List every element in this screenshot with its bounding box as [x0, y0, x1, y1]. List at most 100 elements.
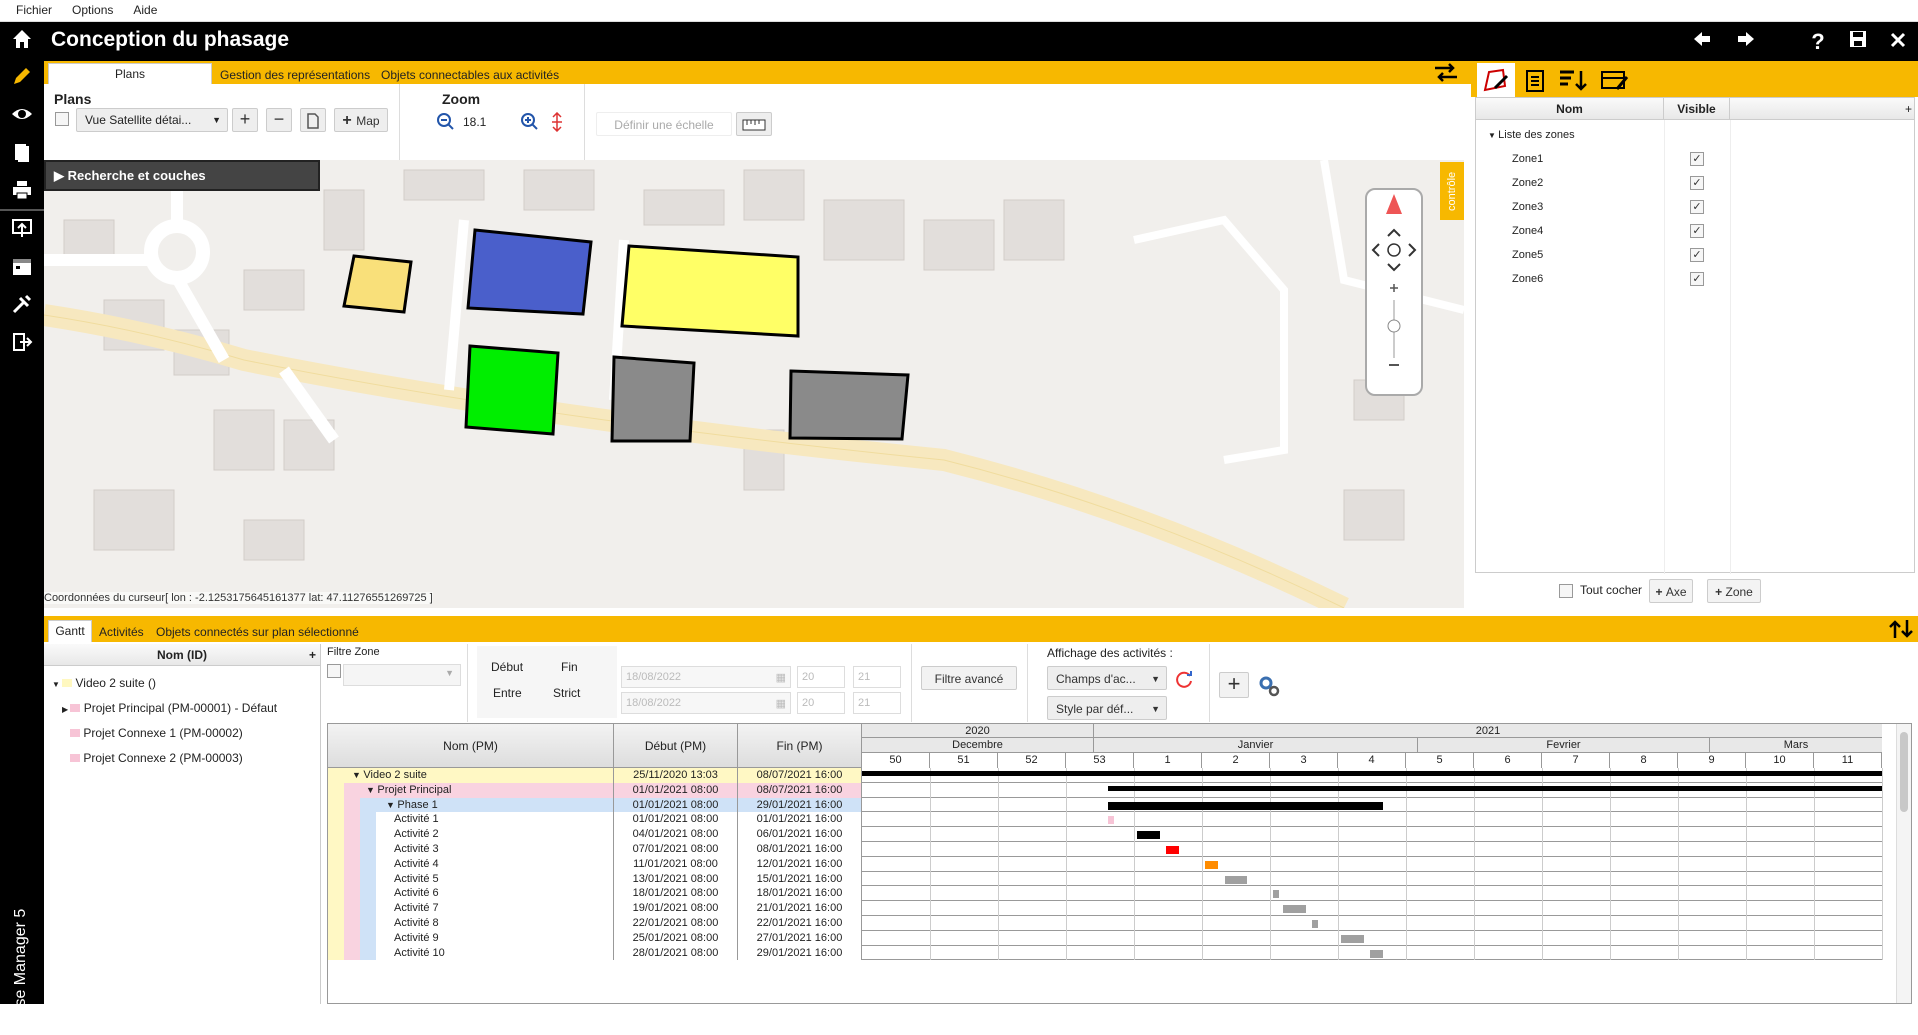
zone-row[interactable]: Zone1 [1512, 150, 1543, 168]
add-plan-button[interactable]: + [232, 108, 258, 132]
triangle-down-icon[interactable]: ▼ [386, 800, 397, 810]
gantt-row[interactable]: Activité 5 13/01/2021 08:00 15/01/2021 16:… [328, 871, 1883, 887]
zone-row[interactable]: Zone6 [1512, 270, 1543, 288]
eye-icon[interactable] [8, 103, 36, 131]
center-map-icon[interactable] [1387, 243, 1401, 257]
ruler-button[interactable] [736, 112, 772, 136]
zoom-slider-thumb[interactable] [1387, 319, 1401, 333]
gantt-bar[interactable] [1166, 846, 1180, 854]
filter-zone-checkbox[interactable] [327, 664, 341, 678]
gantt-row[interactable]: ▼ Video 2 suite 25/11/2020 13:03 08/07/202… [328, 768, 1883, 783]
save-icon[interactable] [1844, 28, 1872, 56]
start-date-input[interactable]: 18/08/2022 ▦ [621, 666, 791, 688]
gantt-bar[interactable] [1137, 831, 1160, 840]
map-zoom-in-icon[interactable] [1390, 284, 1398, 292]
tree-item[interactable]: ▶ Projet Principal (PM-00001) - Défaut [62, 699, 277, 717]
pan-up-icon[interactable] [1387, 228, 1401, 237]
compass-north-icon[interactable] [1386, 194, 1402, 214]
gantt-row[interactable]: Activité 2 04/01/2021 08:00 06/01/2021 16:… [328, 827, 1883, 842]
settings-gear-icon[interactable] [1257, 674, 1281, 698]
search-layers-panel[interactable]: ▶ Recherche et couches [44, 160, 320, 191]
tools-icon[interactable] [8, 293, 36, 321]
add-column-icon[interactable]: + [1905, 98, 1912, 120]
swap-arrows-icon[interactable] [1431, 61, 1461, 84]
zoom-fit-icon[interactable] [550, 111, 564, 133]
add-column-icon[interactable]: + [309, 644, 316, 666]
gantt-row[interactable]: Activité 7 19/01/2021 08:00 21/01/2021 16:… [328, 901, 1883, 916]
start-hour-stepper[interactable]: 20 [797, 666, 845, 688]
fields-select[interactable]: Champs d'ac... ▼ [1047, 666, 1167, 690]
gantt-row[interactable]: Activité 9 25/01/2021 08:00 27/01/2021 16:… [328, 930, 1883, 946]
export-icon[interactable] [8, 217, 36, 245]
calendar-icon[interactable]: ▦ [776, 671, 786, 684]
col-header-name[interactable]: Nom (PM) [328, 724, 614, 768]
debut-option[interactable]: Début [491, 660, 523, 674]
end-date-input[interactable]: 18/08/2022 ▦ [621, 692, 791, 714]
scrollbar-thumb[interactable] [1900, 732, 1908, 812]
plan-select[interactable]: Vue Satellite détai... ▼ [76, 108, 228, 132]
gantt-bar[interactable] [1312, 920, 1319, 928]
pan-left-icon[interactable] [1371, 243, 1380, 257]
tree-item[interactable]: Projet Connexe 2 (PM-00003) [70, 749, 243, 767]
menu-fichier[interactable]: Fichier [16, 0, 52, 20]
calendar-icon[interactable] [8, 255, 36, 283]
vertical-scrollbar[interactable] [1896, 724, 1911, 1003]
check-all-label[interactable]: Tout cocher [1580, 583, 1642, 597]
gantt-bar[interactable] [1108, 801, 1384, 810]
forward-arrow-icon[interactable] [1732, 28, 1760, 56]
col-header-end[interactable]: Fin (PM) [738, 724, 862, 768]
gantt-row[interactable]: ▼ Phase 1 01/01/2021 08:00 29/01/2021 16:0… [328, 797, 1883, 813]
zoom-in-icon[interactable] [520, 112, 540, 132]
tree-header-label[interactable]: Nom (ID) [157, 648, 207, 662]
remove-plan-button[interactable]: − [266, 108, 292, 132]
col-header-start[interactable]: Début (PM) [614, 724, 738, 768]
map-nav-control[interactable] [1365, 188, 1423, 396]
tree-item[interactable]: Projet Connexe 1 (PM-00002) [70, 724, 243, 742]
zone-polygon-3[interactable] [620, 244, 800, 338]
tab-zones[interactable] [1477, 63, 1515, 97]
zone-visible-checkbox[interactable]: ✓ [1690, 176, 1704, 190]
zoom-out-icon[interactable] [436, 112, 456, 132]
zone-visible-checkbox[interactable]: ✓ [1690, 224, 1704, 238]
sort-icon[interactable] [1557, 67, 1591, 95]
menu-aide[interactable]: Aide [133, 0, 157, 20]
zone-visible-checkbox[interactable]: ✓ [1690, 152, 1704, 166]
start-minute-stepper[interactable]: 21 [853, 666, 901, 688]
col-header-name[interactable]: Nom [1476, 98, 1664, 120]
tab-connected-objects[interactable]: Objets connectés sur plan sélectionné [156, 622, 359, 642]
tree-item[interactable]: ▼ Video 2 suite () [52, 674, 156, 692]
triangle-down-icon[interactable]: ▼ [366, 785, 377, 795]
gantt-bar[interactable] [1341, 934, 1364, 943]
zone-visible-checkbox[interactable]: ✓ [1690, 200, 1704, 214]
end-hour-stepper[interactable]: 20 [797, 692, 845, 714]
pan-down-icon[interactable] [1387, 263, 1401, 272]
gantt-bar[interactable] [1108, 785, 1882, 791]
advanced-filter-button[interactable]: Filtre avancé [921, 666, 1017, 690]
col-header-visible[interactable]: Visible [1664, 98, 1730, 120]
zone-row[interactable]: Zone3 [1512, 198, 1543, 216]
calendar-icon[interactable]: ▦ [776, 697, 786, 710]
zone-row[interactable]: Zone5 [1512, 246, 1543, 264]
document-button[interactable] [300, 108, 326, 132]
book-icon[interactable] [8, 141, 36, 169]
add-map-button[interactable]: + Map [334, 108, 388, 132]
zone-polygon-1[interactable] [342, 254, 413, 314]
gantt-row[interactable]: Activité 4 11/01/2021 08:00 12/01/2021 16:… [328, 856, 1883, 872]
refresh-icon[interactable] [1173, 668, 1195, 690]
gantt-row[interactable]: Activité 8 22/01/2021 08:00 22/01/2021 16:… [328, 916, 1883, 931]
entre-option[interactable]: Entre [493, 686, 522, 700]
add-zone-button[interactable]: + Zone [1707, 579, 1761, 603]
zone-row[interactable]: Zone4 [1512, 222, 1543, 240]
zone-polygon-2[interactable] [466, 228, 593, 316]
gantt-row[interactable]: Activité 10 28/01/2021 08:00 29/01/2021 16… [328, 945, 1883, 961]
pencil-icon[interactable] [8, 65, 36, 93]
clipboard-icon[interactable] [1523, 67, 1551, 95]
fin-option[interactable]: Fin [561, 660, 578, 674]
plans-checkbox[interactable] [55, 112, 69, 126]
pan-right-icon[interactable] [1408, 243, 1417, 257]
gantt-row[interactable]: ▼ Projet Principal 01/01/2021 08:00 08/07/… [328, 782, 1883, 798]
gantt-bar[interactable] [1282, 905, 1306, 914]
tab-gantt[interactable]: Gantt [48, 620, 92, 642]
zone-polygon-6[interactable] [788, 369, 910, 441]
edit-table-icon[interactable] [1599, 67, 1633, 95]
